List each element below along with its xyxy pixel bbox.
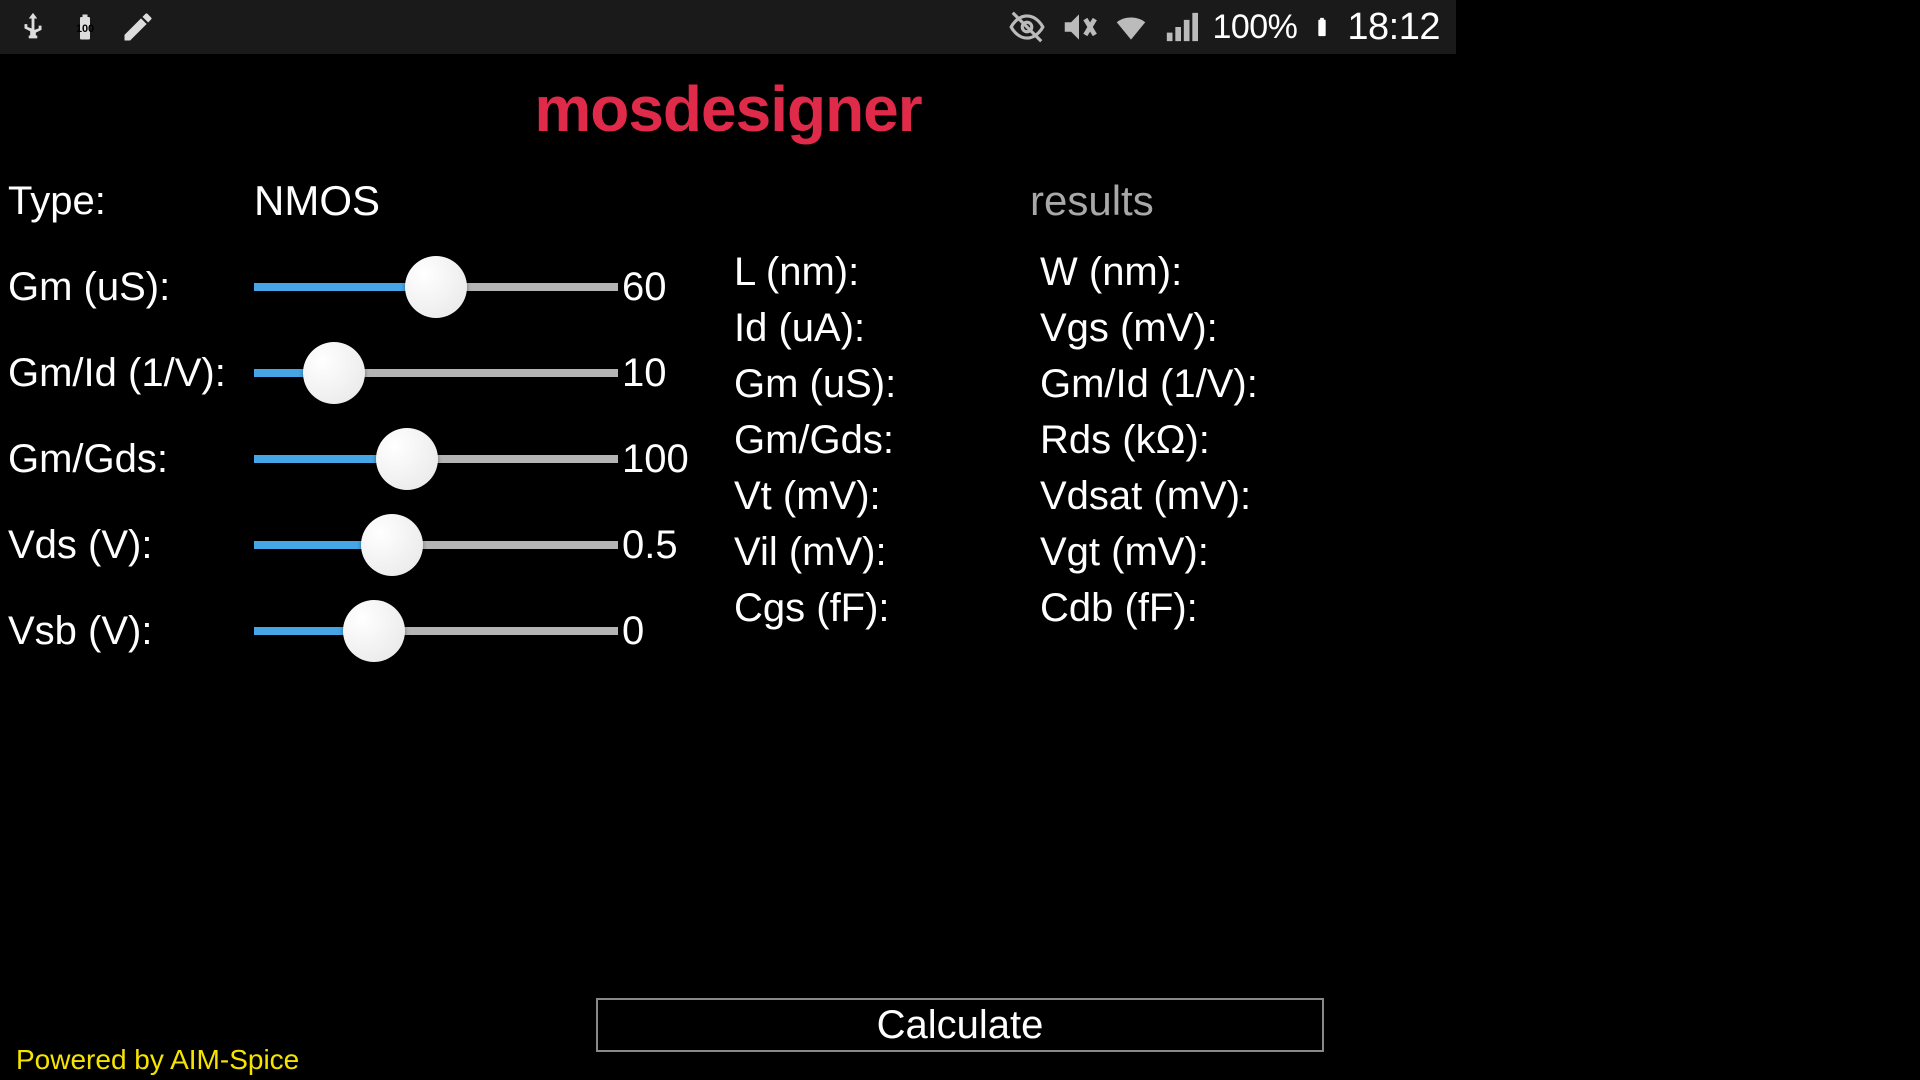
gmgds-slider-thumb[interactable] (376, 428, 438, 490)
gmgds-value: 100 (622, 437, 692, 482)
signal-icon (1164, 10, 1198, 44)
wifi-icon (1112, 8, 1150, 46)
usb-icon (16, 7, 50, 47)
vds-label: Vds (V): (8, 523, 254, 568)
vsb-slider[interactable] (254, 627, 618, 635)
vsb-value: 0 (622, 609, 692, 654)
result-vgs: Vgs (mV): (1040, 300, 1448, 356)
result-w: W (nm): (1040, 244, 1448, 300)
type-value[interactable]: NMOS (254, 177, 380, 225)
edit-icon (120, 9, 156, 45)
result-l: L (nm): (734, 244, 1040, 300)
result-id: Id (uA): (734, 300, 1040, 356)
gm-label: Gm (uS): (8, 265, 254, 310)
vsb-label: Vsb (V): (8, 609, 254, 654)
result-vt: Vt (mV): (734, 468, 1040, 524)
status-bar: 100 100% 18:12 (0, 0, 1456, 54)
gmgds-label: Gm/Gds: (8, 437, 254, 482)
result-rds: Rds (kΩ): (1040, 412, 1448, 468)
credit-text: Powered by AIM-Spice (16, 1044, 299, 1076)
battery-small-icon: 100 (70, 7, 100, 47)
mute-icon (1060, 8, 1098, 46)
gmid-value: 10 (622, 351, 692, 396)
clock-text: 18:12 (1347, 6, 1440, 49)
gm-slider[interactable] (254, 283, 618, 291)
eye-off-icon (1008, 8, 1046, 46)
result-vil: Vil (mV): (734, 524, 1040, 580)
gmid-slider-thumb[interactable] (303, 342, 365, 404)
app-title: mosdesigner (0, 72, 1456, 146)
gm-value: 60 (622, 265, 692, 310)
result-gm: Gm (uS): (734, 356, 1040, 412)
result-vdsat: Vdsat (mV): (1040, 468, 1448, 524)
battery-small-text: 100 (76, 23, 94, 35)
result-vgt: Vgt (mV): (1040, 524, 1448, 580)
gmid-label: Gm/Id (1/V): (8, 351, 254, 396)
results-header: results (734, 158, 1448, 244)
calculate-button[interactable]: Calculate (596, 998, 1324, 1052)
vsb-slider-thumb[interactable] (343, 600, 405, 662)
vds-value: 0.5 (622, 523, 692, 568)
vds-slider-thumb[interactable] (361, 514, 423, 576)
result-gmid: Gm/Id (1/V): (1040, 356, 1448, 412)
gmgds-slider[interactable] (254, 455, 618, 463)
vds-slider[interactable] (254, 541, 618, 549)
battery-pct-text: 100% (1212, 8, 1297, 47)
gm-slider-thumb[interactable] (405, 256, 467, 318)
type-label: Type: (8, 179, 254, 224)
battery-icon (1311, 8, 1333, 46)
result-cdb: Cdb (fF): (1040, 580, 1448, 636)
result-cgs: Cgs (fF): (734, 580, 1040, 636)
gmid-slider[interactable] (254, 369, 618, 377)
result-gmgds: Gm/Gds: (734, 412, 1040, 468)
